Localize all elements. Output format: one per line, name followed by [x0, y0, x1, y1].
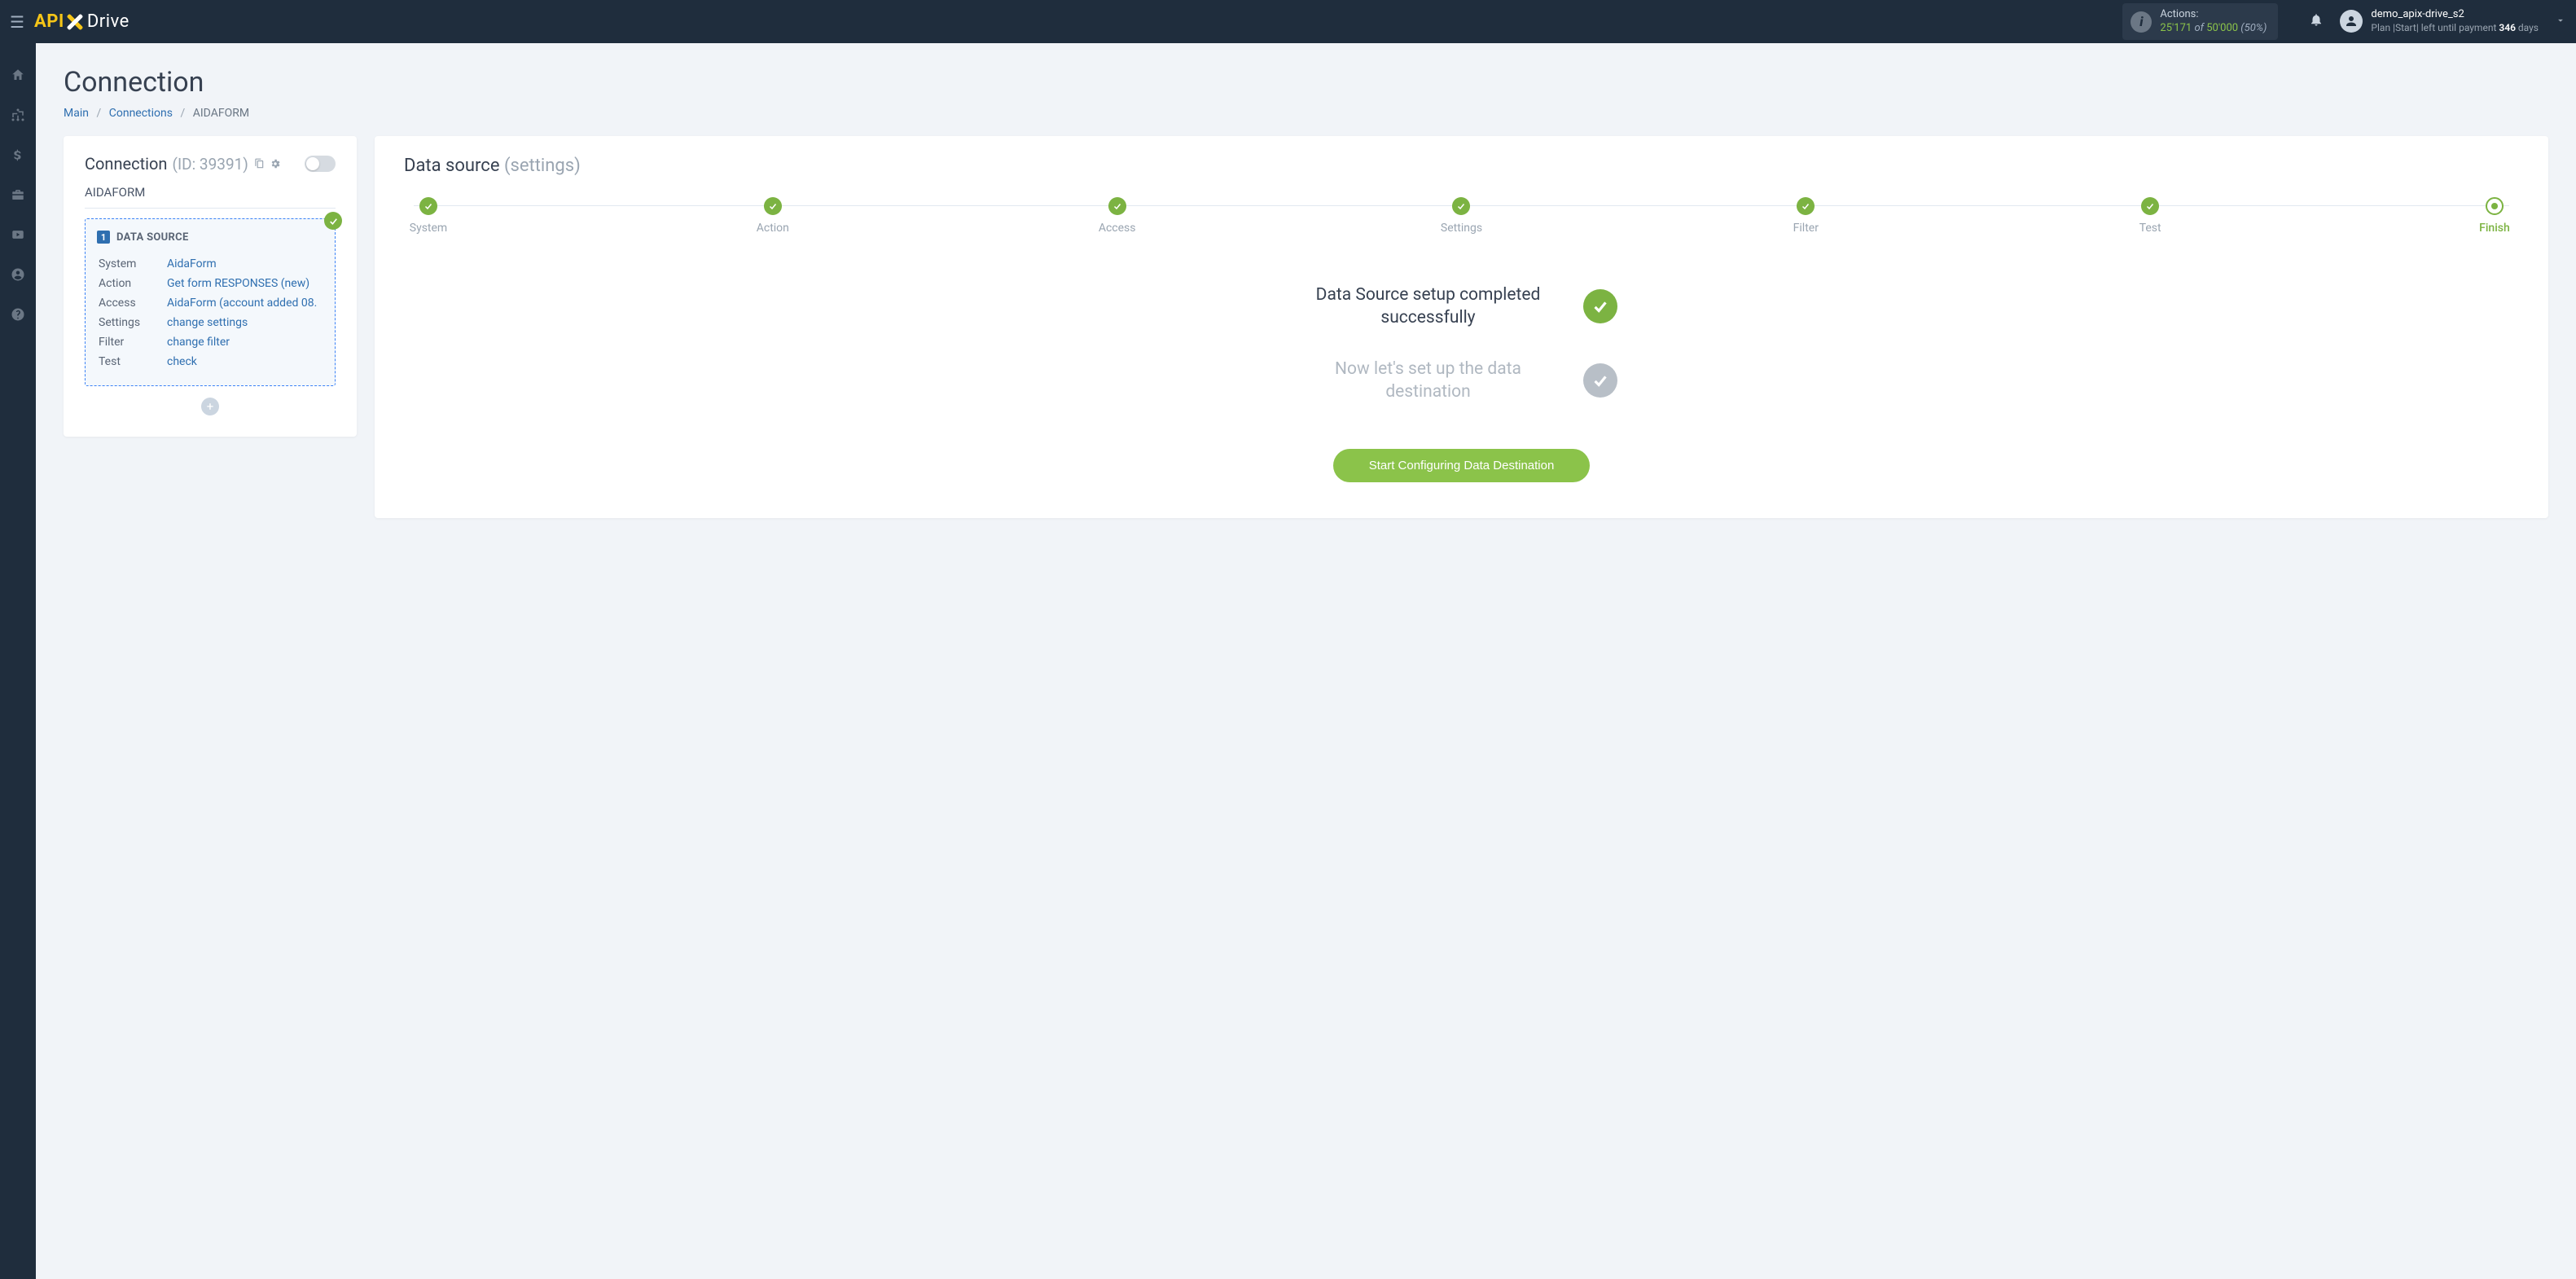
page-title: Connection [64, 66, 2548, 99]
status-pending-text: Now let's set up the data destination [1306, 358, 1551, 404]
account-icon[interactable] [11, 267, 25, 286]
actions-quota-box[interactable]: i Actions: 25'171 of 50'000 (50%) [2122, 3, 2278, 41]
connection-heading: Connection [85, 154, 167, 174]
ds-row: ActionGet form RESPONSES (new) [99, 275, 322, 292]
user-text: demo_apix-drive_s2 Plan |Start| left unt… [2371, 8, 2539, 34]
status-done-text: Data Source setup completed successfully [1306, 283, 1551, 330]
user-plan: Plan |Start| left until payment 346 days [2371, 22, 2539, 35]
step-check-icon [764, 197, 782, 215]
connections-icon[interactable] [11, 108, 25, 126]
data-source-table: SystemAidaForm ActionGet form RESPONSES … [97, 253, 323, 372]
step-finish[interactable]: Finish [2470, 197, 2519, 235]
check-icon [1583, 363, 1617, 398]
data-source-title: DATA SOURCE [116, 231, 189, 244]
connection-id: (ID: 39391) [172, 155, 248, 174]
chevron-down-icon[interactable] [2555, 15, 2566, 29]
data-source-heading: Data source (settings) [404, 156, 2519, 176]
logo[interactable]: API Drive [34, 11, 129, 32]
check-icon [1583, 289, 1617, 323]
step-filter[interactable]: Filter [1781, 197, 1830, 235]
step-check-icon [1108, 197, 1126, 215]
actions-used: 25'171 [2160, 22, 2192, 34]
step-check-icon [1452, 197, 1470, 215]
avatar-icon [2340, 10, 2363, 33]
step-check-icon [419, 197, 437, 215]
stepper: System Action Access Settings [404, 197, 2519, 235]
ds-row: AccessAidaForm (account added 08. [99, 294, 322, 312]
ds-row: Testcheck [99, 353, 322, 371]
user-name: demo_apix-drive_s2 [2371, 8, 2539, 22]
connection-name: AIDAFORM [85, 185, 336, 209]
home-icon[interactable] [11, 68, 25, 86]
data-source-box[interactable]: 1 DATA SOURCE SystemAidaForm ActionGet f… [85, 218, 336, 386]
status-done-row: Data Source setup completed successfully [1306, 283, 1617, 330]
data-source-card: Data source (settings) System Action Acc… [375, 136, 2548, 518]
logo-drive: Drive [87, 11, 129, 32]
data-source-number: 1 [97, 231, 110, 244]
youtube-icon[interactable] [11, 227, 25, 246]
menu-icon[interactable]: ☰ [10, 12, 24, 32]
actions-quota-text: Actions: 25'171 of 50'000 (50%) [2160, 8, 2267, 36]
add-destination-button[interactable]: + [201, 398, 219, 415]
ds-link-system[interactable]: AidaForm [167, 257, 217, 270]
step-access[interactable]: Access [1093, 197, 1142, 235]
data-source-check-icon [324, 212, 342, 230]
info-icon: i [2131, 11, 2152, 33]
help-icon[interactable] [11, 307, 25, 326]
actions-pct: (50%) [2240, 22, 2267, 34]
ds-link-test[interactable]: check [167, 355, 197, 368]
breadcrumb-connections[interactable]: Connections [109, 107, 173, 120]
connection-toggle[interactable] [305, 156, 336, 172]
breadcrumb-current: AIDAFORM [193, 107, 249, 120]
ds-link-filter[interactable]: change filter [167, 336, 230, 349]
actions-of: of [2194, 22, 2204, 34]
step-check-icon [2141, 197, 2159, 215]
breadcrumb: Main / Connections / AIDAFORM [64, 107, 2548, 120]
ds-row: Filterchange filter [99, 333, 322, 351]
user-menu[interactable]: demo_apix-drive_s2 Plan |Start| left unt… [2340, 8, 2539, 34]
ds-link-action[interactable]: Get form RESPONSES (new) [167, 277, 309, 290]
billing-icon[interactable] [12, 147, 24, 166]
status-pending-row: Now let's set up the data destination [1306, 358, 1617, 404]
ds-row: SystemAidaForm [99, 255, 322, 273]
top-header: ☰ API Drive i Actions: 25'171 of 50'000 … [0, 0, 2576, 43]
actions-label: Actions: [2160, 8, 2267, 22]
step-test[interactable]: Test [2126, 197, 2174, 235]
step-current-icon [2486, 197, 2504, 215]
briefcase-icon[interactable] [11, 187, 25, 206]
start-destination-button[interactable]: Start Configuring Data Destination [1333, 449, 1591, 482]
logo-x-icon [65, 12, 85, 32]
connection-card: Connection (ID: 39391) AIDAFORM 1 DATA S… [64, 136, 357, 437]
gear-icon[interactable] [270, 158, 281, 169]
step-check-icon [1797, 197, 1815, 215]
logo-api: API [34, 11, 64, 32]
copy-icon[interactable] [253, 158, 265, 169]
step-settings[interactable]: Settings [1437, 197, 1485, 235]
step-action[interactable]: Action [748, 197, 797, 235]
bell-icon[interactable] [2309, 12, 2324, 31]
side-nav [0, 43, 36, 1279]
step-system[interactable]: System [404, 197, 453, 235]
breadcrumb-main[interactable]: Main [64, 107, 89, 120]
ds-link-access[interactable]: AidaForm (account added 08. [167, 297, 317, 310]
actions-total: 50'000 [2206, 22, 2238, 34]
ds-link-settings[interactable]: change settings [167, 316, 248, 329]
main-content: Connection Main / Connections / AIDAFORM… [36, 43, 2576, 1279]
ds-row: Settingschange settings [99, 314, 322, 332]
